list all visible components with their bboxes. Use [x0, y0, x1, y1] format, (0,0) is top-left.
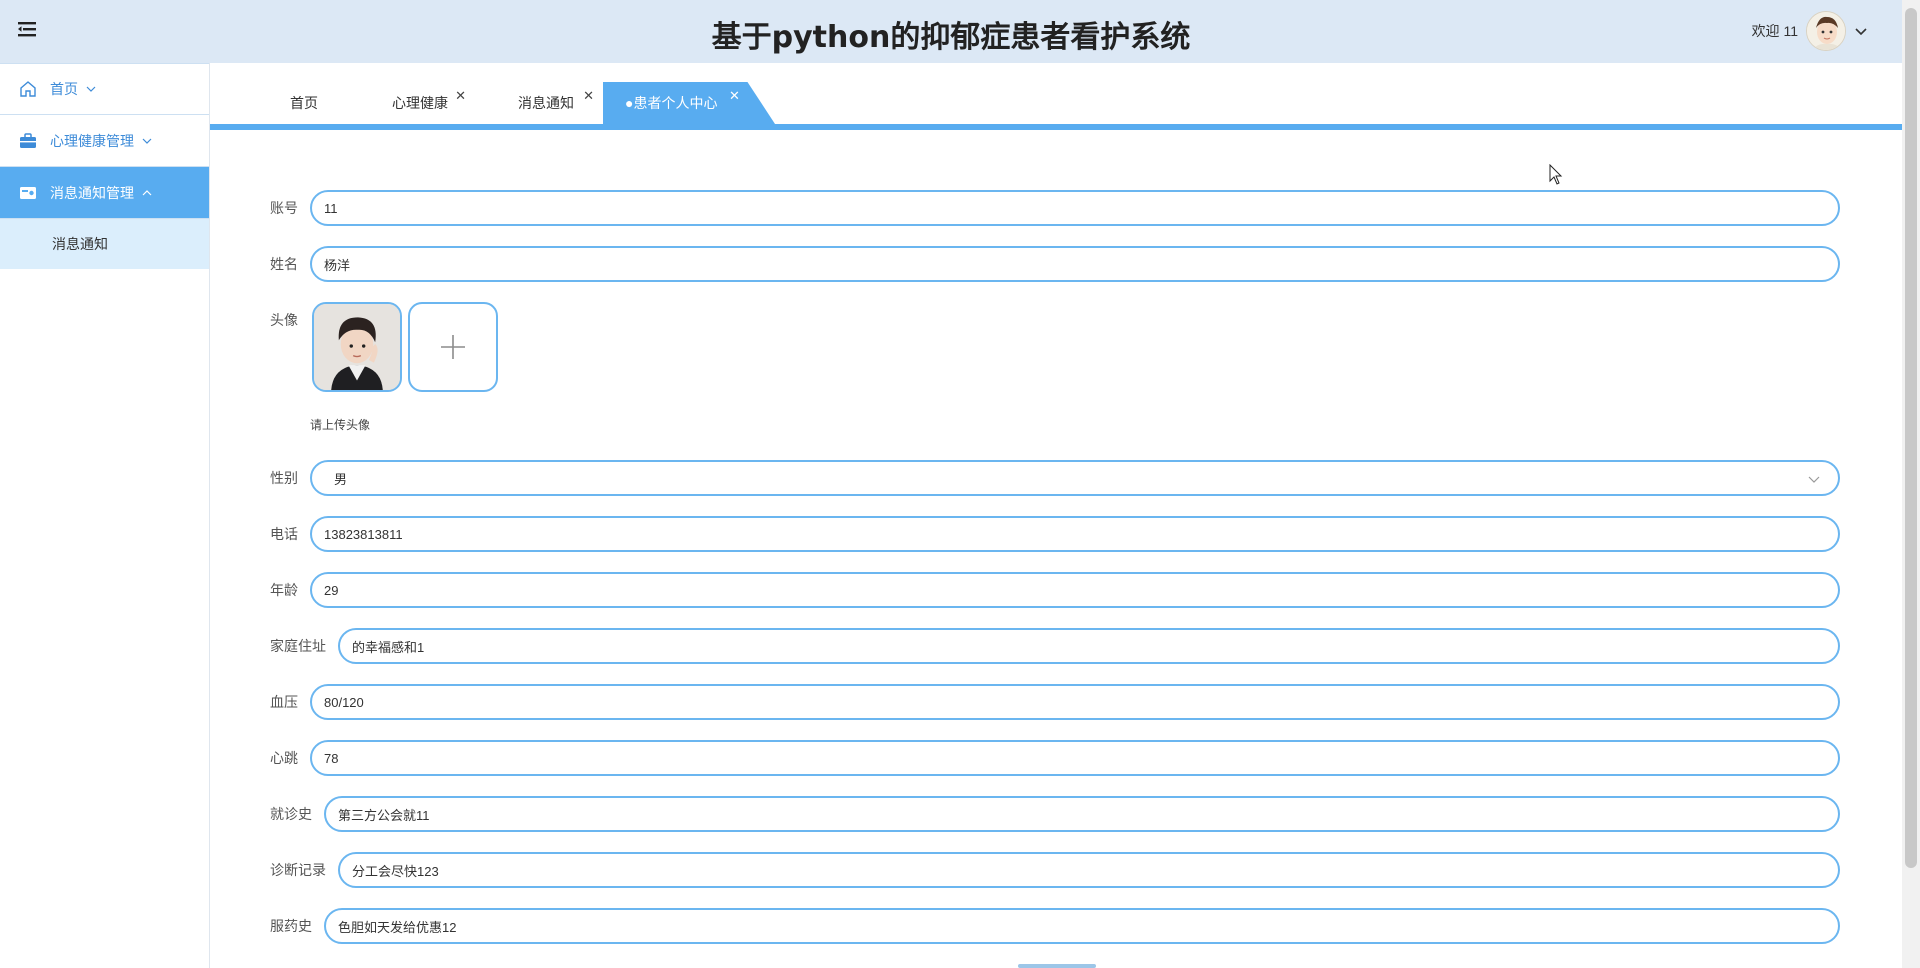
tab-label: 心理健康 — [392, 95, 448, 111]
sidebar-item-notifications[interactable]: 消息通知管理 — [0, 167, 209, 219]
account-field[interactable]: 11 — [310, 190, 1840, 226]
sidebar-item-home[interactable]: 首页 — [0, 63, 209, 115]
chevron-down-icon — [1808, 476, 1820, 483]
sidebar-subitem-label: 消息通知 — [52, 236, 108, 252]
form-row-avatar: 头像 请上传头像 — [210, 302, 1902, 442]
user-avatar-image — [1807, 12, 1845, 50]
user-avatar[interactable] — [1806, 11, 1846, 51]
tab-patient-center[interactable]: ●患者个人中心 ✕ — [603, 82, 775, 124]
phone-label: 电话 — [270, 526, 298, 542]
close-icon[interactable]: ✕ — [455, 88, 466, 104]
heart-rate-field[interactable]: 78 — [310, 740, 1840, 776]
avatar-upload-hint: 请上传头像 — [310, 418, 371, 432]
age-label: 年龄 — [270, 582, 298, 598]
mouse-cursor-icon — [1549, 164, 1563, 185]
scrollbar-thumb[interactable] — [1905, 8, 1917, 868]
name-label: 姓名 — [270, 256, 298, 272]
medication-field[interactable]: 色胆如天发给优惠12 — [324, 908, 1840, 944]
visit-history-field[interactable]: 第三方公会就11 — [324, 796, 1840, 832]
gender-label: 性别 — [270, 470, 298, 486]
account-label: 账号 — [270, 200, 298, 216]
close-icon[interactable]: ✕ — [729, 88, 740, 104]
chevron-down-icon[interactable] — [1854, 24, 1868, 38]
sidebar: 首页 心理健康管理 消息通知管理 消息通知 — [0, 63, 210, 968]
heart-rate-label: 心跳 — [270, 750, 298, 766]
tab-bar: 首页 心理健康 ✕ 消息通知 ✕ ●患者个人中心 ✕ — [210, 82, 1902, 124]
tab-label: ●患者个人中心 — [625, 95, 718, 111]
diagnosis-label: 诊断记录 — [270, 862, 326, 878]
sidebar-item-mental-health[interactable]: 心理健康管理 — [0, 115, 209, 167]
avatar-photo — [314, 304, 400, 390]
chevron-down-icon — [86, 86, 96, 92]
phone-field[interactable]: 13823813811 — [310, 516, 1840, 552]
card-icon — [20, 186, 36, 199]
avatar-label: 头像 — [270, 312, 298, 328]
age-field[interactable]: 29 — [310, 572, 1840, 608]
name-field[interactable]: 杨洋 — [310, 246, 1840, 282]
briefcase-icon — [20, 132, 36, 148]
tab-label: 消息通知 — [518, 95, 574, 111]
address-field[interactable]: 的幸福感和1 — [338, 628, 1840, 664]
submit-button-edge[interactable] — [1018, 964, 1096, 968]
sidebar-item-label: 首页 — [50, 81, 78, 97]
blood-pressure-field[interactable]: 80/120 — [310, 684, 1840, 720]
tab-home[interactable]: 首页 — [290, 82, 318, 124]
sidebar-item-label: 心理健康管理 — [50, 132, 134, 149]
gender-select[interactable]: 男 — [310, 460, 1840, 496]
profile-form: 账号 11 姓名 杨洋 头像 请上传头像 性别 男 电话 13823813811… — [210, 130, 1902, 968]
sidebar-subitem-notice[interactable]: 消息通知 — [0, 219, 209, 269]
top-header: 基于python的抑郁症患者看护系统 欢迎 11 — [0, 0, 1902, 63]
app-title: 基于python的抑郁症患者看护系统 — [711, 20, 1191, 55]
tab-mental-health[interactable]: 心理健康 ✕ — [392, 82, 468, 124]
avatar-upload-button[interactable] — [408, 302, 498, 392]
page-scrollbar[interactable] — [1902, 0, 1920, 968]
chevron-up-icon — [142, 189, 152, 195]
tab-notice[interactable]: 消息通知 ✕ — [518, 82, 594, 124]
plus-icon — [441, 335, 465, 359]
visit-history-label: 就诊史 — [270, 806, 312, 822]
user-menu[interactable]: 欢迎 11 — [1752, 8, 1868, 54]
avatar-preview[interactable] — [312, 302, 402, 392]
welcome-text: 欢迎 11 — [1751, 23, 1798, 39]
address-label: 家庭住址 — [270, 638, 326, 654]
tab-label: 首页 — [290, 95, 318, 111]
medication-label: 服药史 — [270, 918, 312, 934]
diagnosis-field[interactable]: 分工会尽快123 — [338, 852, 1840, 888]
gender-select-value: 男 — [334, 471, 348, 487]
close-icon[interactable]: ✕ — [583, 88, 594, 104]
home-icon — [20, 81, 36, 97]
sidebar-item-label: 消息通知管理 — [50, 184, 134, 201]
chevron-down-icon — [142, 138, 152, 144]
blood-pressure-label: 血压 — [270, 694, 298, 710]
